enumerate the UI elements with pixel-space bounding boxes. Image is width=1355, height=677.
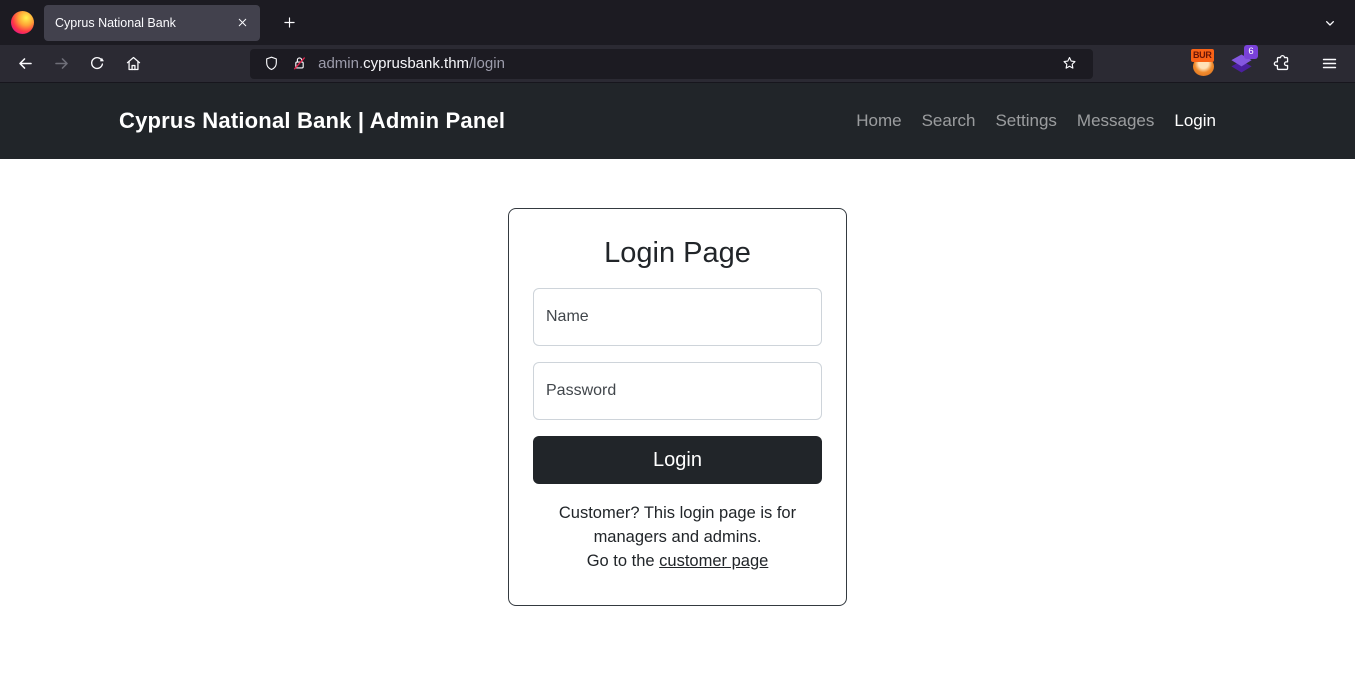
- tab-close-icon[interactable]: [230, 11, 254, 35]
- tab-title: Cyprus National Bank: [55, 16, 230, 30]
- site-header: Cyprus National Bank | Admin Panel Home …: [0, 83, 1355, 159]
- hamburger-menu-icon[interactable]: [1313, 49, 1347, 79]
- login-title: Login Page: [533, 237, 822, 270]
- purple-extension-icon[interactable]: 6: [1228, 50, 1255, 77]
- tracking-shield-icon[interactable]: [260, 53, 282, 75]
- tab-list-chevron-icon[interactable]: [1315, 8, 1345, 38]
- extensions-puzzle-icon[interactable]: [1266, 49, 1300, 79]
- nav-messages[interactable]: Messages: [1067, 111, 1164, 131]
- insecure-lock-icon[interactable]: [288, 53, 310, 75]
- main-nav: Home Search Settings Messages Login: [846, 111, 1226, 131]
- note-line-3-prefix: Go to the: [587, 552, 659, 570]
- extensions-area: BUR 6: [1190, 49, 1347, 79]
- firefox-logo-icon: [11, 11, 34, 34]
- customer-page-link[interactable]: customer page: [659, 552, 768, 570]
- url-text: admin.cyprusbank.thm/login: [318, 55, 505, 72]
- browser-toolbar: admin.cyprusbank.thm/login BUR 6: [0, 45, 1355, 83]
- url-domain: cyprusbank.thm: [363, 55, 469, 72]
- browser-tab-bar: Cyprus National Bank: [0, 0, 1355, 45]
- new-tab-button[interactable]: [274, 8, 304, 38]
- url-path: /login: [469, 55, 505, 72]
- bookmark-star-icon[interactable]: [1057, 51, 1083, 77]
- extension-badge-count: 6: [1244, 45, 1258, 59]
- customer-note: Customer? This login page is for managers…: [533, 501, 822, 573]
- note-line-2: managers and admins.: [594, 528, 762, 546]
- login-card: Login Page Login Customer? This login pa…: [508, 208, 847, 606]
- back-button[interactable]: [9, 49, 43, 79]
- foxyproxy-mode-label: BUR: [1191, 49, 1214, 62]
- password-input[interactable]: [533, 362, 822, 420]
- nav-home[interactable]: Home: [846, 111, 911, 131]
- reload-button[interactable]: [81, 49, 115, 79]
- forward-button[interactable]: [45, 49, 79, 79]
- brand-title: Cyprus National Bank | Admin Panel: [119, 108, 505, 134]
- name-input[interactable]: [533, 288, 822, 346]
- page-content: Login Page Login Customer? This login pa…: [0, 208, 1355, 677]
- nav-settings[interactable]: Settings: [985, 111, 1066, 131]
- nav-login[interactable]: Login: [1164, 111, 1226, 131]
- foxyproxy-extension-icon[interactable]: BUR: [1190, 50, 1217, 77]
- login-button[interactable]: Login: [533, 436, 822, 484]
- url-bar[interactable]: admin.cyprusbank.thm/login: [250, 49, 1093, 79]
- nav-search[interactable]: Search: [912, 111, 986, 131]
- url-subdomain: admin.: [318, 55, 363, 72]
- home-button[interactable]: [116, 49, 150, 79]
- note-line-1: Customer? This login page is for: [559, 504, 796, 522]
- browser-tab[interactable]: Cyprus National Bank: [44, 5, 260, 41]
